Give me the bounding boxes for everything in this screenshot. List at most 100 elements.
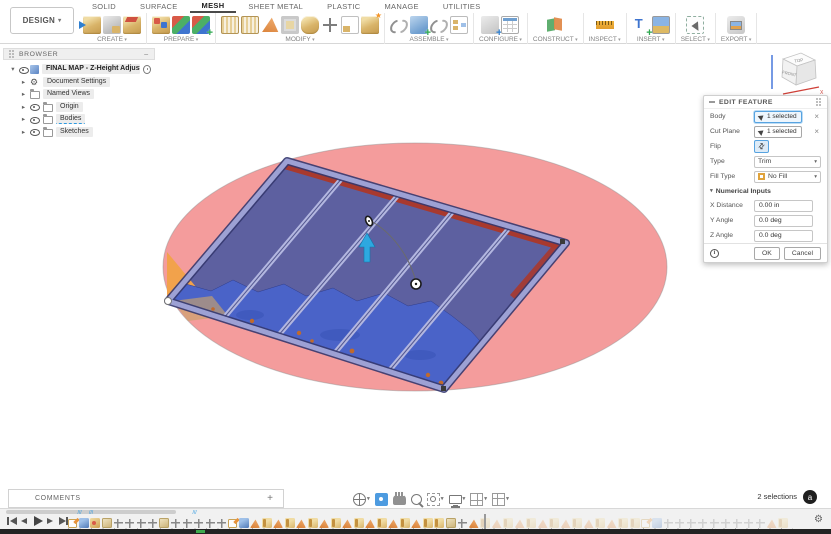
configuration-table-icon[interactable] (501, 16, 519, 34)
add-comment-button[interactable]: + (267, 493, 273, 504)
timeline-feature-icon[interactable] (342, 518, 352, 528)
timeline-feature-icon[interactable] (618, 518, 628, 528)
eye-visibility-icon[interactable] (30, 115, 40, 124)
timeline-feature-icon[interactable] (709, 518, 719, 528)
timeline-feature-icon[interactable] (68, 519, 77, 528)
play-button[interactable] (32, 515, 43, 527)
timeline-feature-icon[interactable] (721, 518, 731, 528)
timeline-feature-icon[interactable] (331, 518, 341, 528)
x-distance-input[interactable]: 0.00 in (754, 200, 813, 212)
drag-handle-icon[interactable] (816, 98, 822, 107)
timeline-feature-icon[interactable] (285, 518, 295, 528)
timeline-feature-icon[interactable] (492, 518, 502, 528)
remesh-icon[interactable] (192, 16, 210, 34)
dialog-header[interactable]: EDIT FEATURE (704, 96, 827, 109)
group-inspect-label[interactable]: INSPECT (589, 36, 621, 43)
step-back-button[interactable] (19, 515, 30, 527)
chevron-icon[interactable]: ▸ (20, 90, 27, 98)
y-angle-input[interactable]: 0.0 deg (754, 215, 813, 227)
erase-and-fill-icon[interactable] (221, 16, 239, 34)
timeline-feature-icon[interactable] (641, 519, 650, 528)
chevron-icon[interactable]: ▸ (20, 103, 27, 111)
timeline-feature-icon[interactable] (205, 518, 215, 528)
tree-item-label[interactable]: Sketches (56, 127, 93, 137)
nav-tool[interactable] (392, 492, 407, 506)
timeline-feature-icon[interactable] (744, 518, 754, 528)
tree-item-label[interactable]: FINAL MAP - Z-Height Adjustec... (42, 64, 140, 74)
group-select-label[interactable]: SELECT (681, 36, 710, 43)
timeline-feature-icon[interactable] (469, 518, 479, 528)
timeline-feature-icon[interactable] (446, 518, 456, 528)
component-list-icon[interactable] (450, 16, 468, 34)
measure-icon[interactable] (596, 16, 614, 34)
cut-plane-selection-chip[interactable]: 1 selected (754, 126, 802, 138)
timeline-feature-icon[interactable] (296, 518, 306, 528)
timeline-feature-icon[interactable] (411, 518, 421, 528)
collapse-icon[interactable]: − (144, 50, 149, 59)
timeline-feature-icon[interactable] (515, 518, 525, 528)
timeline-feature-icon[interactable] (561, 518, 571, 528)
timeline-feature-icon[interactable] (250, 518, 260, 528)
timeline-feature-icon[interactable] (377, 518, 387, 528)
group-construct-label[interactable]: CONSTRUCT (533, 36, 578, 43)
flip-button[interactable] (754, 140, 769, 153)
view-cube[interactable]: X TOP FRONT (763, 45, 825, 100)
timeline-feature-icon[interactable] (767, 518, 777, 528)
generate-face-groups-icon[interactable] (152, 16, 170, 34)
construction-plane-icon[interactable] (546, 16, 564, 34)
info-icon[interactable]: i (710, 249, 719, 258)
ribbon-tab[interactable]: MESH (190, 0, 237, 13)
timeline-feature-icon[interactable] (354, 518, 364, 528)
repair-icon[interactable] (172, 16, 190, 34)
tree-item[interactable]: ▸ Bodies (3, 113, 155, 126)
go-to-start-button[interactable] (6, 515, 17, 527)
eye-visibility-icon[interactable] (19, 65, 27, 74)
insert-mesh-icon[interactable] (83, 16, 101, 34)
timeline-feature-icon[interactable] (732, 518, 742, 528)
canvas-icon[interactable] (652, 16, 670, 34)
browser-header[interactable]: BROWSER − (3, 48, 155, 60)
timeline-feature-icon[interactable] (90, 518, 100, 528)
timeline-feature-icon[interactable] (273, 518, 283, 528)
convert-mesh-icon[interactable] (103, 16, 121, 34)
create-mesh-section-sketch-icon[interactable] (123, 16, 141, 34)
plane-cut-icon[interactable] (341, 16, 359, 34)
tree-item[interactable]: ▸ Origin (3, 101, 155, 114)
timeline-feature-icon[interactable] (194, 518, 204, 528)
export-icon[interactable] (727, 16, 745, 34)
ribbon-tab[interactable]: UTILITIES (431, 0, 493, 13)
drag-handle-icon[interactable] (9, 50, 15, 59)
group-export-label[interactable]: EXPORT (721, 36, 752, 43)
chevron-down-icon[interactable] (367, 496, 370, 502)
timeline-feature-icon[interactable] (365, 518, 375, 528)
nav-tool[interactable] (410, 493, 423, 506)
timeline-feature-icon[interactable] (698, 518, 708, 528)
clear-body-selection-button[interactable]: × (812, 112, 821, 121)
timeline-feature-icon[interactable] (423, 518, 433, 528)
timeline-feature-icon[interactable] (319, 518, 329, 528)
new-component-icon[interactable] (410, 16, 428, 34)
timeline-feature-icon[interactable] (434, 518, 444, 528)
type-dropdown[interactable]: Trim ▾ (754, 156, 821, 168)
body-selection-chip[interactable]: 1 selected (754, 111, 802, 123)
group-modify-label[interactable]: MODIFY (285, 36, 314, 43)
nav-tool[interactable] (352, 492, 371, 507)
timeline-feature-icon[interactable] (584, 518, 594, 528)
timeline-position-marker[interactable] (484, 514, 486, 529)
joint-icon[interactable] (390, 16, 408, 34)
eye-visibility-icon[interactable] (30, 127, 40, 136)
z-angle-input[interactable]: 0.0 deg (754, 230, 813, 242)
timeline-feature-icon[interactable] (652, 518, 662, 528)
timeline-feature-icon[interactable] (262, 518, 272, 528)
tree-item-label[interactable]: Bodies (56, 114, 85, 124)
tree-item[interactable]: ▾ FINAL MAP - Z-Height Adjustec... (3, 63, 155, 76)
ok-button[interactable]: OK (754, 247, 780, 260)
numerical-inputs-section[interactable]: ▾ Numerical Inputs (704, 184, 827, 198)
chevron-down-icon[interactable] (484, 496, 487, 502)
window-select-icon[interactable] (686, 16, 704, 34)
timeline-feature-icon[interactable] (113, 518, 123, 528)
timeline-feature-icon[interactable] (675, 518, 685, 528)
configuration-icon[interactable] (481, 16, 499, 34)
timeline-feature-icon[interactable] (308, 518, 318, 528)
tree-item[interactable]: ▸ Named Views (3, 88, 155, 101)
